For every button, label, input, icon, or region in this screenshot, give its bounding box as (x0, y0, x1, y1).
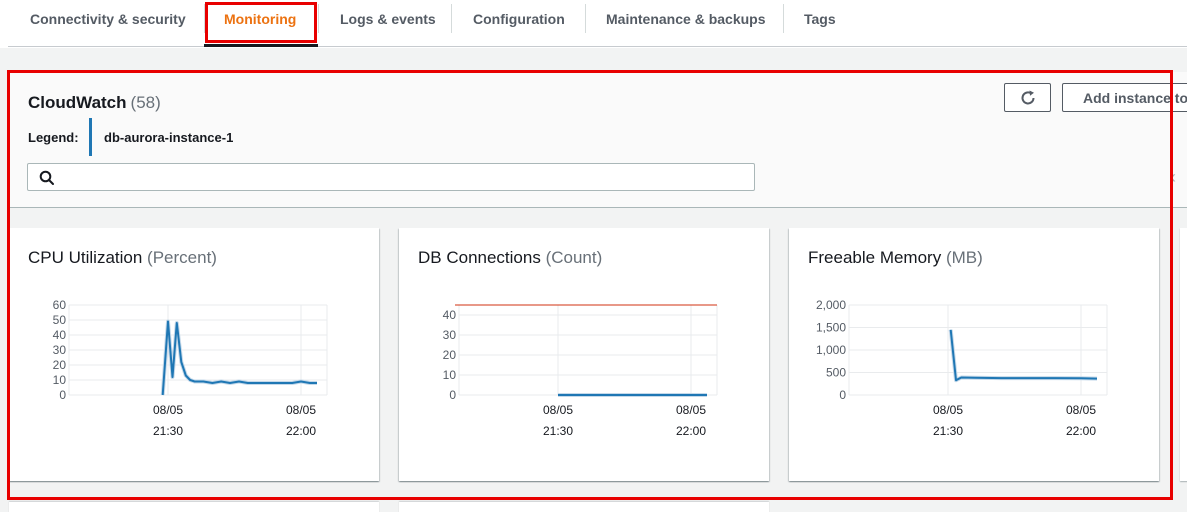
active-tab-indicator (204, 44, 318, 47)
x-tick-date: 08/05 (1066, 403, 1096, 417)
x-tick-date: 08/05 (933, 403, 963, 417)
metric-card-partial (1180, 228, 1187, 481)
series-line-band (160, 319, 317, 396)
metric-card-partial (9, 502, 379, 512)
metric-unit: (Percent) (147, 248, 217, 267)
search-icon (39, 170, 54, 185)
y-tick-label: 40 (443, 308, 457, 322)
y-tick-label: 0 (839, 388, 846, 402)
refresh-button[interactable] (1004, 83, 1051, 112)
x-tick-date: 08/05 (153, 403, 183, 417)
tab-divider (451, 4, 452, 33)
tab-configuration[interactable]: Configuration (473, 0, 565, 46)
tab-monitoring[interactable]: Monitoring (224, 0, 296, 46)
chart-freeable-memory: 2,000 1,500 1,000 500 0 08/05 21:30 08/05 22:00 (816, 298, 1108, 438)
metric-title-text: Freeable Memory (808, 248, 942, 267)
tab-tags[interactable]: Tags (804, 0, 836, 46)
chart-cpu-utilization: 6050403020100 08/05 21:30 08/05 22:00 (53, 298, 328, 438)
legend-instance-name: db-aurora-instance-1 (104, 130, 234, 145)
legend-label: Legend: (28, 130, 79, 145)
y-tick-label: 60 (53, 298, 67, 312)
y-tick-label: 20 (443, 348, 457, 362)
y-tick-label: 1,000 (816, 343, 846, 357)
x-tick-date: 08/05 (286, 403, 316, 417)
metric-card-cpu-utilization[interactable]: CPU Utilization (Percent) 60 50 40 30 20 10 0 0… (9, 228, 379, 481)
metric-title-text: CPU Utilization (28, 248, 143, 267)
y-tick-label: 2,000 (816, 298, 846, 312)
add-instance-to-compare-button[interactable]: Add instance to compare (1062, 83, 1187, 112)
y-tick-label: 0 (449, 388, 456, 402)
y-tick-label: 0 (59, 388, 66, 402)
y-tick-label: 1,500 (816, 321, 846, 335)
x-tick-date: 08/05 (676, 403, 706, 417)
x-tick-time: 22:00 (1066, 424, 1096, 438)
tab-divider (585, 4, 586, 33)
metric-card-title: Freeable Memory (MB) (808, 248, 983, 268)
refresh-icon (1021, 90, 1034, 104)
x-tick-time: 21:30 (543, 424, 573, 438)
tab-bar-border (8, 46, 1187, 47)
y-tick-label: 30 (53, 343, 67, 357)
tab-connectivity-security[interactable]: Connectivity & security (30, 0, 186, 46)
tab-divider (318, 4, 319, 33)
tab-bar: Connectivity & security Monitoring Logs … (0, 0, 1187, 48)
y-tick-label: 500 (826, 366, 846, 380)
x-tick-time: 22:00 (676, 424, 706, 438)
metrics-search-input[interactable] (27, 163, 755, 191)
chart-db-connections: 40 30 20 10 0 08/05 21:30 08/05 22:00 (443, 304, 718, 438)
y-tick-label: 10 (443, 368, 457, 382)
y-tick-label: 40 (53, 328, 67, 342)
metric-card-freeable-memory[interactable]: Freeable Memory (MB) 2,000 1,500 1,000 500 0… (789, 228, 1159, 481)
tab-maintenance-backups[interactable]: Maintenance & backups (606, 0, 766, 46)
y-tick-label: 30 (443, 328, 457, 342)
y-tick-label: 50 (53, 313, 67, 327)
cloudwatch-metric-count: (58) (130, 93, 161, 112)
tab-logs-events[interactable]: Logs & events (340, 0, 436, 46)
metric-card-db-connections[interactable]: DB Connections (Count) 40 30 20 10 0 08/05 21:… (399, 228, 769, 481)
legend-swatch (89, 118, 92, 156)
tab-divider (783, 4, 784, 33)
metric-card-title: CPU Utilization (Percent) (28, 248, 217, 268)
metric-card-title: DB Connections (Count) (418, 248, 602, 268)
y-tick-label: 20 (53, 358, 67, 372)
cloudwatch-title: CloudWatch (58) (28, 93, 161, 113)
metric-unit: (MB) (945, 248, 983, 267)
metric-title-text: DB Connections (418, 248, 541, 267)
metric-unit: (Count) (545, 248, 603, 267)
cloudwatch-title-text: CloudWatch (28, 93, 127, 112)
x-tick-time: 21:30 (933, 424, 963, 438)
x-tick-time: 21:30 (153, 424, 183, 438)
y-tick-label: 10 (53, 373, 67, 387)
x-tick-date: 08/05 (543, 403, 573, 417)
tab-divider (204, 4, 205, 33)
chevron-left-icon[interactable]: ‹ (1170, 167, 1176, 188)
metric-card-partial (399, 502, 769, 512)
x-tick-time: 22:00 (286, 424, 316, 438)
